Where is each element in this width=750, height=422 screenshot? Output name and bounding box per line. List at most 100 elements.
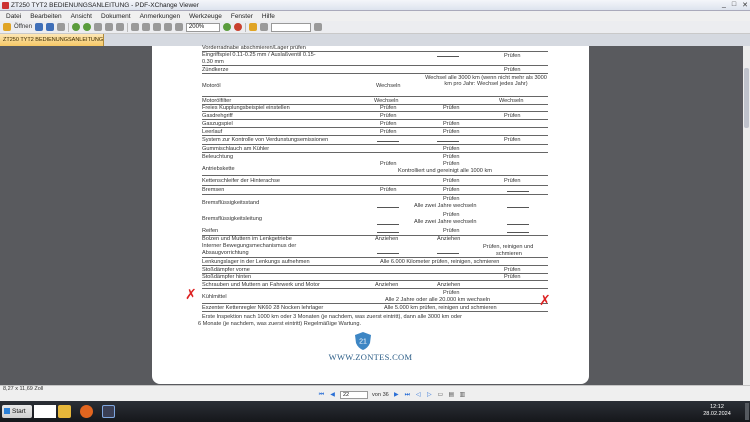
maximize-button[interactable]: □ <box>732 1 736 9</box>
row-label: Kühlmittel <box>202 294 227 300</box>
table-rule <box>202 127 548 128</box>
menu-tools[interactable]: Werkzeuge <box>189 13 222 20</box>
dash <box>507 191 529 192</box>
file-explorer-icon[interactable] <box>58 405 71 418</box>
menu-help[interactable]: Hilfe <box>262 13 275 20</box>
cell-value: Prüfen <box>443 161 460 167</box>
cell-value: Prüfen <box>443 228 460 234</box>
toolbar: Öffnen 200% <box>0 21 750 34</box>
window-controls: _ □ ✕ <box>722 1 748 9</box>
footnote: Erste Inspektion nach 1000 km oder 3 Mon… <box>202 314 462 320</box>
fit-width-icon[interactable] <box>163 23 172 31</box>
search-input[interactable] <box>270 22 311 32</box>
history-forward-icon[interactable]: ▷ <box>426 392 433 399</box>
search-icon[interactable] <box>313 23 322 31</box>
dash <box>377 232 399 233</box>
row-label: Bremsen <box>202 187 225 193</box>
row-label: Beleuchtung <box>202 154 234 160</box>
fit-page-icon[interactable] <box>152 23 161 31</box>
menu-view[interactable]: Ansicht <box>71 13 92 20</box>
cell-value: Wechseln <box>376 83 401 89</box>
rotate-right-icon[interactable] <box>141 23 150 31</box>
tab-document[interactable]: ZT250 TYT2 BEDIENUNGSANLEITUNG <box>0 34 104 46</box>
page-badge-number: 21 <box>359 339 367 346</box>
cell-value: Prüfen <box>504 137 521 143</box>
open-button-label[interactable]: Öffnen <box>14 24 32 30</box>
row-label: Kettenschleifer der Hinterachse <box>202 178 281 184</box>
dash <box>377 224 399 225</box>
rotate-left-icon[interactable] <box>130 23 139 31</box>
forward-icon[interactable] <box>82 23 91 31</box>
actual-size-icon[interactable] <box>174 23 183 31</box>
table-rule <box>202 96 548 97</box>
row-label: Interner Bewegungsmechanismus der <box>202 243 297 249</box>
annotation-x-right[interactable]: ✗ <box>539 294 551 308</box>
dash <box>377 141 399 142</box>
menu-window[interactable]: Fenster <box>231 13 253 20</box>
start-button[interactable]: Start <box>2 405 32 418</box>
first-page-icon[interactable]: ⏮ <box>318 392 325 399</box>
vertical-scrollbar[interactable] <box>743 46 750 385</box>
table-rule <box>202 65 548 66</box>
print-icon[interactable] <box>45 23 54 31</box>
clock-date: 28.02.2024 <box>703 411 731 417</box>
select-tool-icon[interactable] <box>104 23 113 31</box>
table-rule <box>202 73 548 74</box>
table-rule <box>202 273 548 274</box>
single-page-icon[interactable]: ▭ <box>437 392 444 399</box>
close-button[interactable]: ✕ <box>742 1 748 9</box>
next-page-icon[interactable]: ▶ <box>393 392 400 399</box>
taskbar: Start 12:12 28.02.2024 <box>0 401 750 422</box>
windows-logo-icon <box>4 408 10 414</box>
clock-time: 12:12 <box>710 404 724 410</box>
row-label: Bremsflüssigkeitsstand <box>202 200 260 206</box>
continuous-icon[interactable]: ▤ <box>448 392 455 399</box>
back-icon[interactable] <box>71 23 80 31</box>
pdf-page: Vorderradnabe abschmieren/Lager prüfen E… <box>152 45 589 384</box>
facing-icon[interactable]: ▥ <box>459 392 466 399</box>
row-label: System zur Kontrolle von Verdunstungsemi… <box>202 137 329 143</box>
title-bar: ZT250 TYT2 BEDIENUNGSANLEITUNG - PDF-XCh… <box>0 0 750 11</box>
menu-document[interactable]: Dokument <box>101 13 131 20</box>
table-rule <box>202 111 548 112</box>
snapshot-icon[interactable] <box>115 23 124 31</box>
table-rule <box>202 303 548 304</box>
dash <box>507 224 529 225</box>
page-number-input[interactable]: 22 <box>340 391 368 399</box>
zoom-select[interactable]: 200% <box>185 22 220 32</box>
zoom-out-icon[interactable] <box>233 23 242 31</box>
row-label: Reifen <box>202 228 219 234</box>
typewriter-icon[interactable] <box>259 23 268 31</box>
last-page-icon[interactable]: ⏭ <box>404 392 411 399</box>
firefox-icon[interactable] <box>80 405 93 418</box>
email-icon[interactable] <box>56 23 65 31</box>
open-folder-icon[interactable] <box>3 23 11 31</box>
table-rule <box>202 175 548 176</box>
cell-value: Anziehen <box>437 236 461 242</box>
menu-file[interactable]: Datei <box>6 13 21 20</box>
zoom-in-icon[interactable] <box>222 23 231 31</box>
show-desktop-button[interactable] <box>745 403 749 420</box>
page-number-shield-icon: 21 <box>353 331 373 351</box>
comment-icon[interactable] <box>248 23 257 31</box>
minimize-button[interactable]: _ <box>722 1 726 9</box>
hand-tool-icon[interactable] <box>93 23 102 31</box>
cell-value: Alle zwei Jahre wechseln <box>414 203 477 209</box>
pdf-viewer-taskbar-icon[interactable] <box>102 405 115 418</box>
menu-edit[interactable]: Bearbeiten <box>30 13 61 20</box>
table-rule <box>202 152 548 153</box>
previous-page-icon[interactable]: ◀ <box>329 392 336 399</box>
system-clock[interactable]: 12:12 28.02.2024 <box>690 404 744 418</box>
taskbar-search[interactable] <box>34 405 56 418</box>
cell-value: Prüfen <box>443 154 460 160</box>
table-rule <box>202 144 548 145</box>
annotation-x-left[interactable]: ✗ <box>185 288 197 302</box>
row-label: Eingriffspiel 0.11-0.25 mm / Auslaßventi… <box>202 52 316 58</box>
save-icon[interactable] <box>34 23 43 31</box>
toolbar-separator <box>244 22 246 32</box>
scrollbar-thumb[interactable] <box>744 68 749 128</box>
history-back-icon[interactable]: ◁ <box>415 392 422 399</box>
table-rule <box>202 185 548 186</box>
menu-comments[interactable]: Anmerkungen <box>140 13 180 20</box>
start-label: Start <box>12 408 26 415</box>
